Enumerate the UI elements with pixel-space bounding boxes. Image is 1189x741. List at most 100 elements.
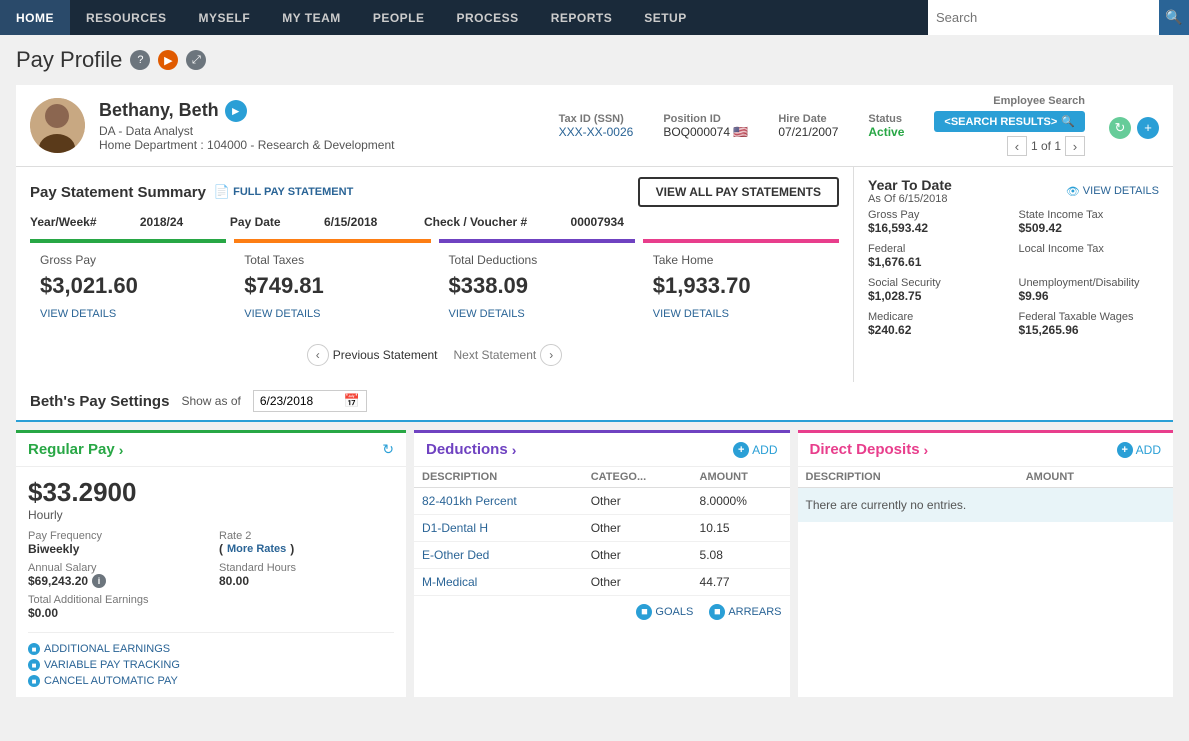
prev-statement-button[interactable]: ‹ Previous Statement: [307, 344, 438, 366]
gross-pay-value: $3,021.60: [40, 273, 216, 299]
direct-deposits-header: Direct Deposits › + ADD: [798, 433, 1174, 467]
hire-date-label: Hire Date: [778, 113, 838, 125]
expand-icon[interactable]: [186, 50, 206, 70]
nav-myself[interactable]: MYSELF: [183, 0, 267, 35]
arrears-link[interactable]: ■ ARREARS: [709, 604, 781, 620]
page-title-row: Pay Profile: [16, 47, 1173, 73]
regular-pay-body: $33.2900 Hourly Pay Frequency Biweekly R…: [16, 467, 406, 697]
ded-col-amount: AMOUNT: [692, 467, 790, 488]
top-nav: HOME RESOURCES MYSELF MY TEAM PEOPLE PRO…: [0, 0, 1189, 35]
dd-col-amount: AMOUNT: [1018, 467, 1173, 488]
add-top-icon[interactable]: +: [1137, 117, 1159, 139]
std-hours-value: 80.00: [219, 574, 394, 588]
table-row: D1-Dental H Other 10.15: [414, 515, 790, 542]
annual-salary-value: $69,243.20 i: [28, 574, 203, 588]
total-deductions-link[interactable]: VIEW DETAILS: [449, 308, 525, 320]
annual-salary-label: Annual Salary: [28, 562, 203, 574]
nav-resources[interactable]: RESOURCES: [70, 0, 183, 35]
regular-pay-title: Regular Pay ›: [28, 441, 123, 458]
view-all-pay-statements-button[interactable]: VIEW ALL PAY STATEMENTS: [638, 177, 839, 207]
ded-row-0-desc[interactable]: 82-401kh Percent: [422, 494, 517, 508]
direct-deposits-add-button[interactable]: + ADD: [1117, 442, 1161, 458]
next-statement-button[interactable]: Next Statement ›: [454, 344, 563, 366]
employee-navigate-icon[interactable]: ►: [225, 100, 247, 122]
full-pay-statement-link[interactable]: 📄 FULL PAY STATEMENT: [214, 184, 353, 200]
ded-row-3-cat: Other: [583, 569, 692, 596]
direct-deposits-body: DESCRIPTION AMOUNT There are currently n…: [798, 467, 1174, 522]
additional-earnings-link[interactable]: ■ ADDITIONAL EARNINGS: [28, 643, 394, 655]
additional-earnings-dot: ■: [28, 643, 40, 655]
nav-myteam[interactable]: MY TEAM: [266, 0, 357, 35]
calendar-icon[interactable]: 📅: [344, 393, 360, 409]
pay-meta-row: Year/Week# 2018/24 Pay Date 6/15/2018 Ch…: [30, 215, 839, 229]
avatar: [30, 98, 85, 153]
tax-id-label: Tax ID (SSN): [559, 113, 634, 125]
top-right-actions: ↻ +: [1109, 117, 1159, 139]
ded-row-3-amt: 44.77: [692, 569, 790, 596]
deductions-column: Deductions › + ADD DESCRIPTION CATEGO...…: [414, 430, 790, 697]
employee-search-section: Employee Search <SEARCH RESULTS> 🔍 ‹ 1 o…: [934, 95, 1085, 156]
regular-pay-arrow-icon[interactable]: ›: [119, 442, 124, 458]
deductions-table: DESCRIPTION CATEGO... AMOUNT 82-401kh Pe…: [414, 467, 790, 596]
date-input[interactable]: [260, 394, 340, 408]
total-taxes-link[interactable]: VIEW DETAILS: [244, 308, 320, 320]
ytd-title-group: Year To Date As Of 6/15/2018: [868, 177, 952, 205]
regular-pay-actions: ↻: [376, 441, 394, 458]
employee-meta: Tax ID (SSN) XXX-XX-0026 Position ID BOQ…: [559, 95, 1085, 156]
direct-deposits-empty: There are currently no entries.: [798, 488, 1174, 522]
gross-pay-label: Gross Pay: [40, 253, 216, 267]
cancel-automatic-pay-link[interactable]: ■ CANCEL AUTOMATIC PAY: [28, 675, 394, 687]
take-home-label: Take Home: [653, 253, 829, 267]
nav-process[interactable]: PROCESS: [441, 0, 535, 35]
video-icon[interactable]: [158, 50, 178, 70]
gross-pay-link[interactable]: VIEW DETAILS: [40, 308, 116, 320]
hire-date-group: Hire Date 07/21/2007: [778, 113, 838, 139]
search-results-button[interactable]: <SEARCH RESULTS> 🔍: [934, 111, 1085, 132]
search-button[interactable]: 🔍: [1159, 0, 1189, 35]
total-taxes-card: Total Taxes $749.81 VIEW DETAILS: [234, 239, 430, 330]
help-icon[interactable]: [130, 50, 150, 70]
history-icon[interactable]: ↻: [382, 441, 394, 458]
pay-frequency-label: Pay Frequency: [28, 530, 203, 542]
nav-setup[interactable]: SETUP: [628, 0, 703, 35]
employee-title: DA - Data Analyst: [99, 124, 545, 138]
ded-row-1-desc[interactable]: D1-Dental H: [422, 521, 488, 535]
page-container: Pay Profile Bethany, Beth ► DA - Data An…: [0, 35, 1189, 709]
more-rates-link[interactable]: More Rates: [227, 543, 286, 555]
page-title: Pay Profile: [16, 47, 122, 73]
direct-deposits-arrow-icon[interactable]: ›: [924, 442, 929, 458]
ytd-federal: Federal $1,676.61: [868, 243, 1009, 269]
nav-people[interactable]: PEOPLE: [357, 0, 441, 35]
ded-row-2-desc[interactable]: E-Other Ded: [422, 548, 489, 562]
next-employee-button[interactable]: ›: [1065, 136, 1085, 156]
nav-home[interactable]: HOME: [0, 0, 70, 35]
pay-frequency-value: Biweekly: [28, 542, 203, 556]
ytd-view-details-link[interactable]: 👁 VIEW DETAILS: [1066, 185, 1159, 198]
pay-summary-wrapper: Pay Statement Summary 📄 FULL PAY STATEME…: [16, 167, 1173, 382]
search-input[interactable]: [928, 10, 1159, 25]
pay-cards: Gross Pay $3,021.60 VIEW DETAILS Total T…: [30, 239, 839, 330]
deductions-arrow-icon[interactable]: ›: [512, 442, 517, 458]
pay-summary-left: Pay Statement Summary 📄 FULL PAY STATEME…: [16, 167, 853, 382]
take-home-link[interactable]: VIEW DETAILS: [653, 308, 729, 320]
nav-reports[interactable]: REPORTS: [535, 0, 629, 35]
search-icon: 🔍: [1061, 115, 1075, 128]
total-add-earn-value: $0.00: [28, 606, 394, 620]
variable-pay-tracking-link[interactable]: ■ VARIABLE PAY TRACKING: [28, 659, 394, 671]
ytd-state-income-tax: State Income Tax $509.42: [1019, 209, 1160, 235]
goals-link[interactable]: ■ GOALS: [636, 604, 693, 620]
prev-employee-button[interactable]: ‹: [1007, 136, 1027, 156]
pay-summary-ytd-row: Pay Statement Summary 📄 FULL PAY STATEME…: [16, 167, 1173, 382]
take-home-value: $1,933.70: [653, 273, 829, 299]
pay-frequency-group: Pay Frequency Biweekly: [28, 530, 203, 556]
position-id-value: BOQ000074 🇺🇸: [663, 125, 748, 139]
hire-date-value: 07/21/2007: [778, 125, 838, 139]
annual-salary-info-icon[interactable]: i: [92, 574, 106, 588]
ded-row-0-amt: 8.0000%: [692, 488, 790, 515]
ded-row-3-desc[interactable]: M-Medical: [422, 575, 477, 589]
rate2-group: Rate 2 (More Rates): [219, 530, 394, 556]
deductions-add-button[interactable]: + ADD: [733, 442, 777, 458]
table-row: 82-401kh Percent Other 8.0000%: [414, 488, 790, 515]
std-hours-group: Standard Hours 80.00: [219, 562, 394, 588]
refresh-icon[interactable]: ↻: [1109, 117, 1131, 139]
